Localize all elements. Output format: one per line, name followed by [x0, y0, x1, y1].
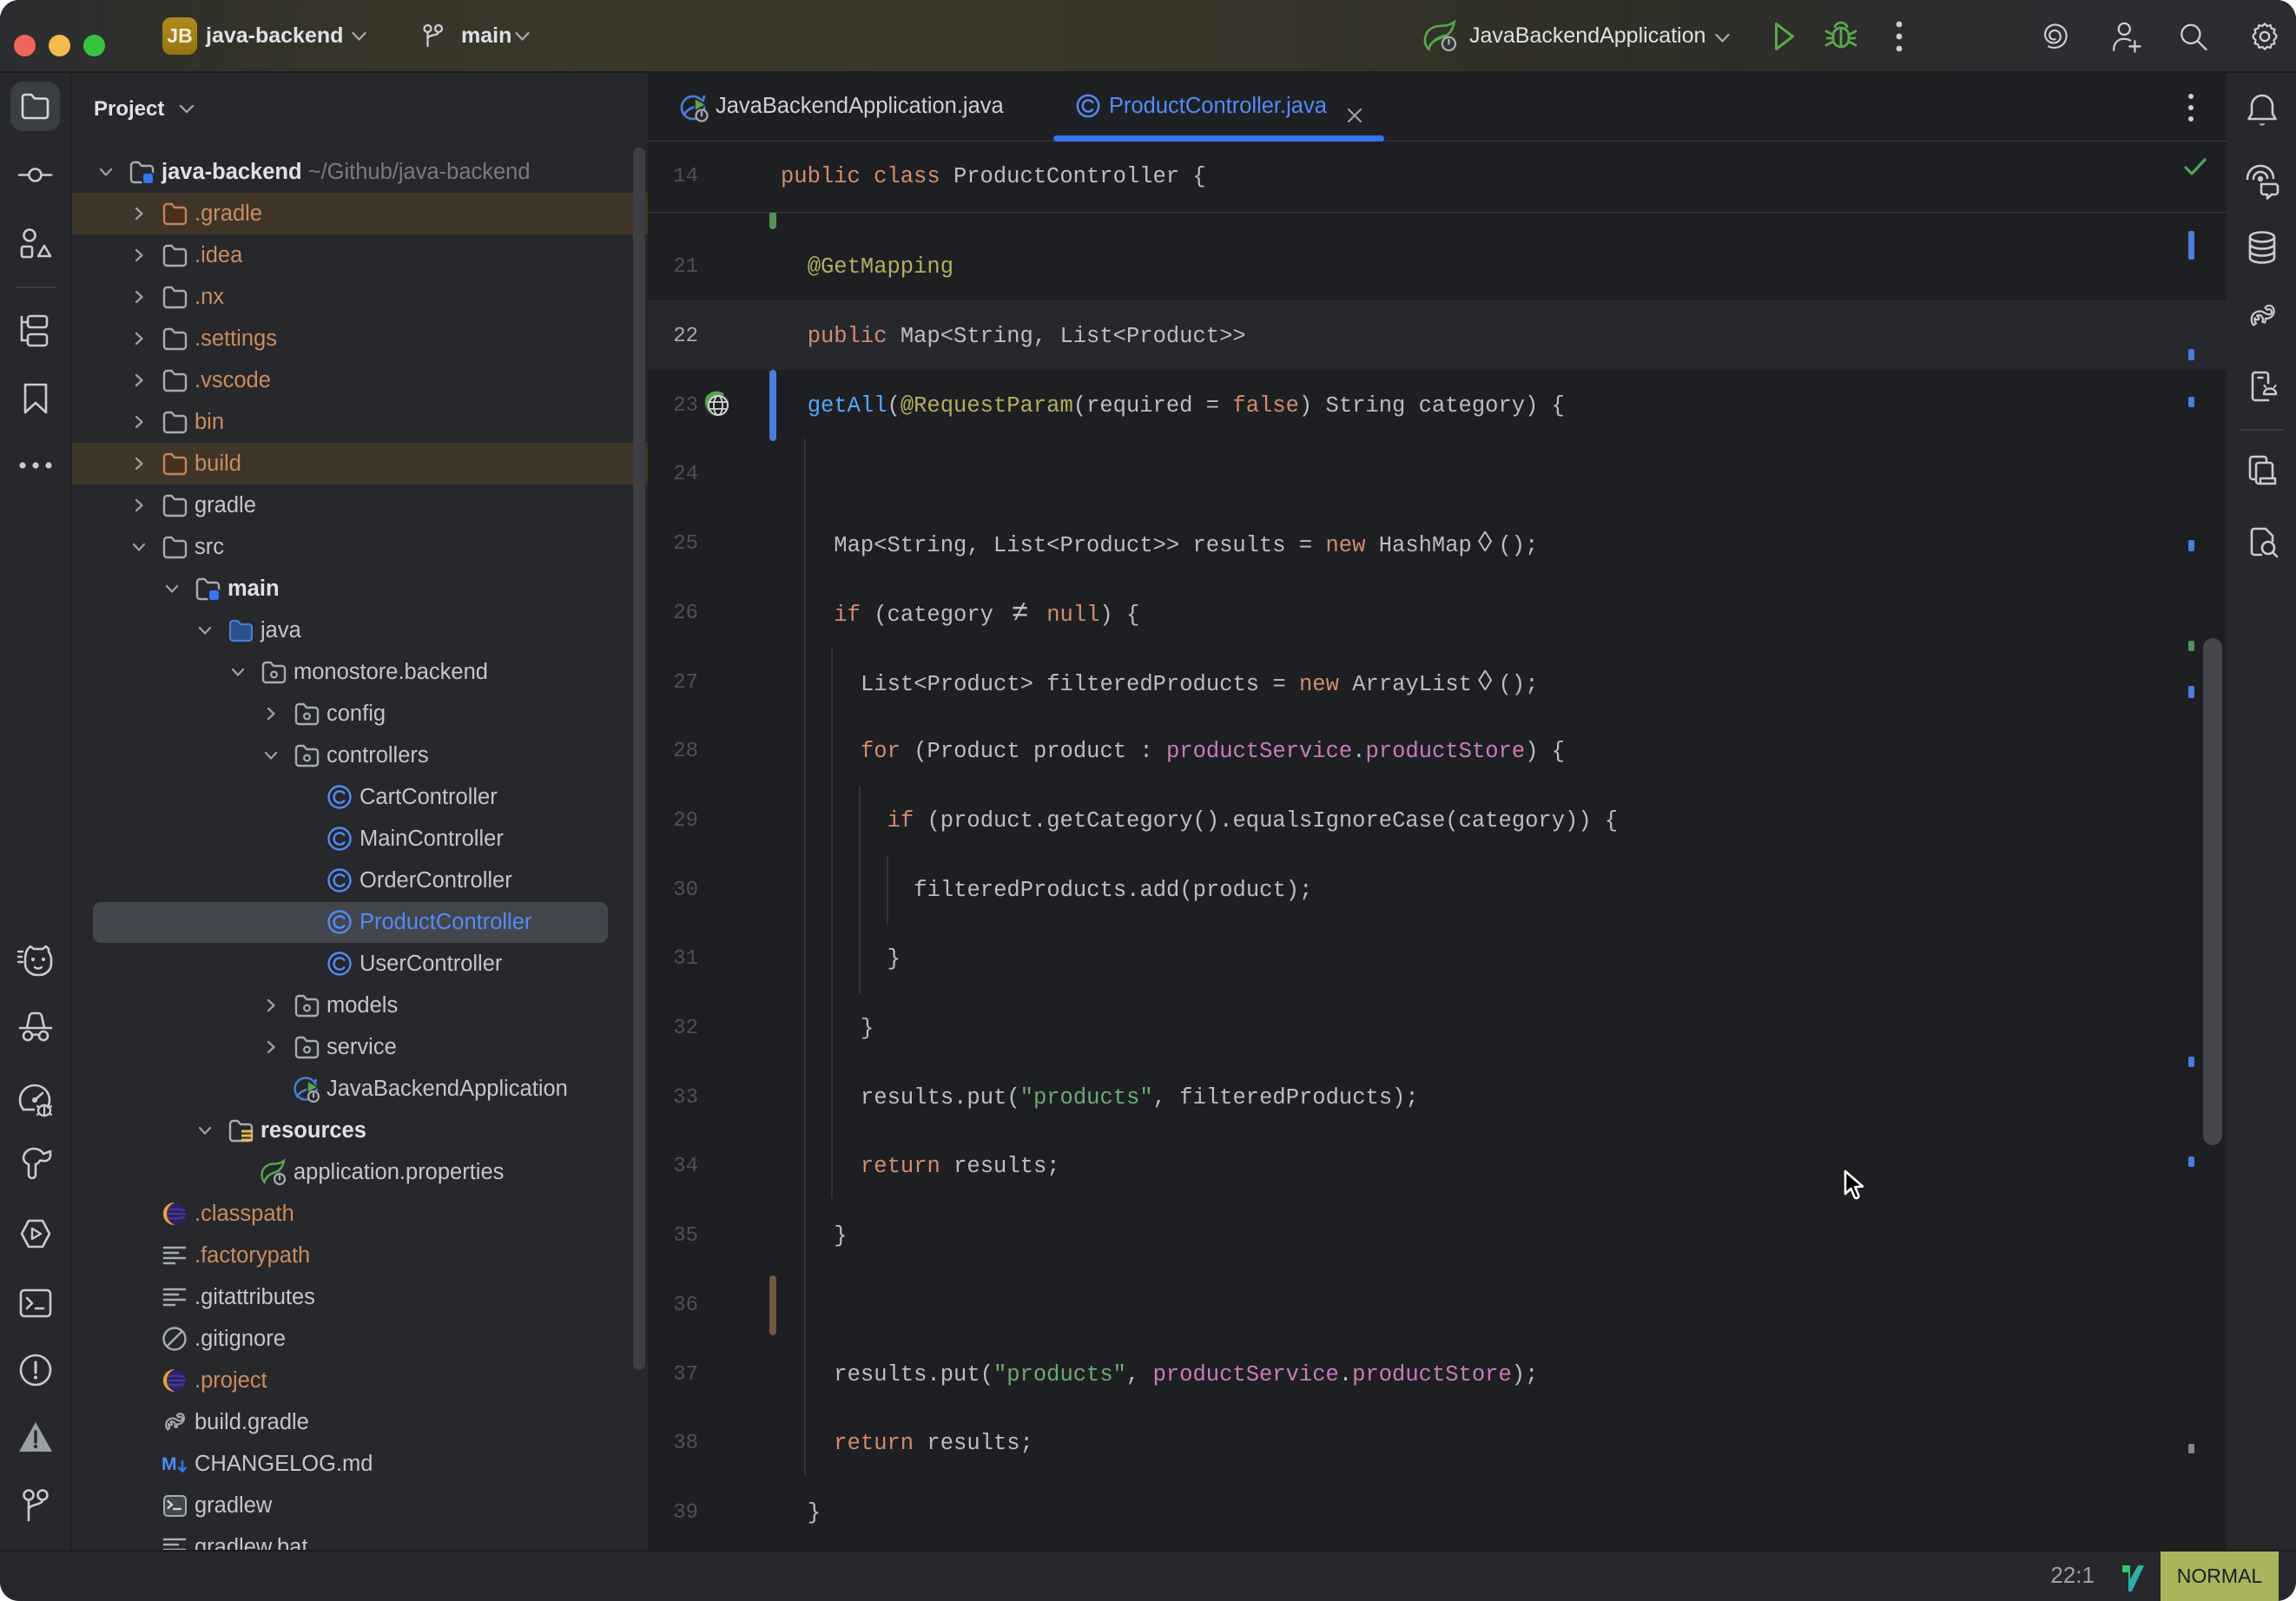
svg-text:M: M — [162, 1454, 177, 1474]
